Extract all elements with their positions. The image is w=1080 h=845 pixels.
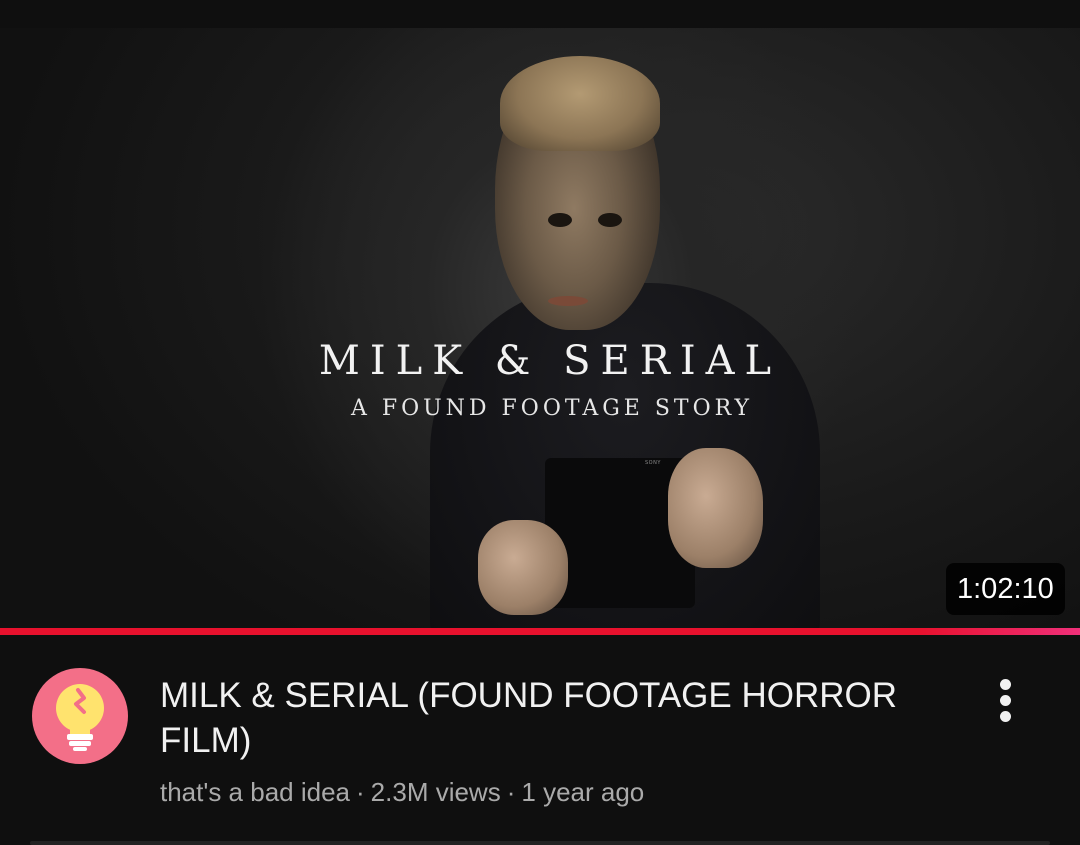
thumbnail-camera-brand: SONY — [645, 460, 661, 466]
watch-progress-fill — [0, 628, 1080, 635]
video-thumbnail[interactable]: SONY MILK & SERIAL A FOUND FOOTAGE STORY… — [0, 28, 1080, 628]
more-options-button[interactable] — [986, 675, 1028, 725]
more-vert-icon-dot-bottom — [1000, 711, 1011, 722]
next-item-edge — [30, 841, 1050, 845]
thumbnail-figure-hair — [500, 56, 660, 151]
video-title[interactable]: MILK & SERIAL (FOUND FOOTAGE HORROR FILM… — [160, 673, 950, 763]
more-vert-icon-dot-middle — [1000, 695, 1011, 706]
thumbnail-hand-right — [668, 448, 763, 568]
thumbnail-mask-mouth — [548, 296, 588, 306]
more-vert-icon-dot-top — [1000, 679, 1011, 690]
thumbnail-mask-eye-left — [548, 213, 572, 227]
thumbnail-subtitle-text: A FOUND FOOTAGE STORY — [350, 396, 754, 421]
duration-badge: 1:02:10 — [946, 563, 1065, 615]
upload-age: 1 year ago — [521, 777, 645, 807]
thumbnail-mask-eye-right — [598, 213, 622, 227]
thumbnail-hand-left — [478, 520, 568, 615]
channel-avatar[interactable] — [32, 668, 128, 764]
watch-progress-bar — [0, 628, 1080, 635]
lightbulb-icon — [56, 684, 104, 751]
thumbnail-title-text: MILK & SERIAL — [318, 338, 782, 384]
video-metadata: that's a bad idea · 2.3M views · 1 year ago — [160, 777, 644, 808]
view-count: 2.3M views — [370, 777, 501, 807]
video-meta-row[interactable]: MILK & SERIAL (FOUND FOOTAGE HORROR FILM… — [0, 635, 1080, 845]
meta-separator: · — [506, 777, 516, 807]
channel-name[interactable]: that's a bad idea — [160, 777, 350, 807]
meta-separator: · — [356, 777, 365, 807]
top-strip — [0, 0, 1080, 28]
